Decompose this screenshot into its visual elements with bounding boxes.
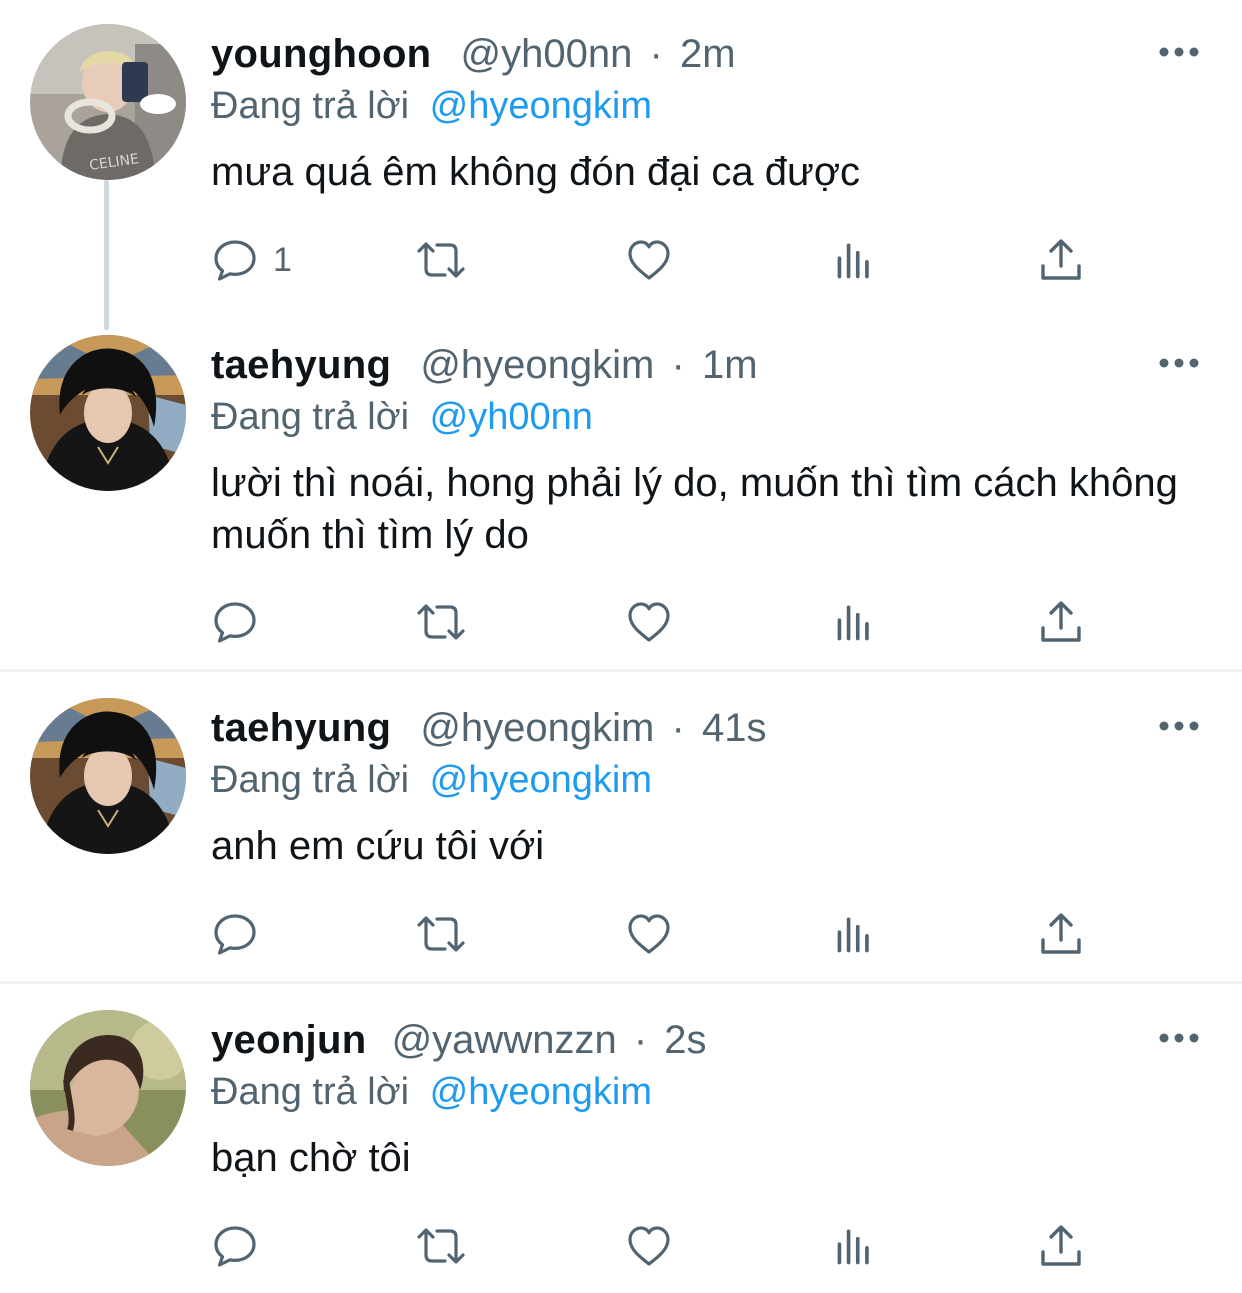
tweet-divider (0, 669, 1242, 672)
views-icon (833, 236, 877, 284)
replying-to: Đang trả lời @hyeongkim (211, 754, 652, 806)
reply-count: 1 (273, 241, 292, 279)
views-icon (833, 910, 877, 958)
user-handle[interactable]: @hyeongkim (420, 706, 654, 750)
mention-link[interactable]: @hyeongkim (430, 759, 652, 801)
display-name[interactable]: taehyung (211, 343, 391, 387)
separator-dot: · (671, 343, 685, 387)
tweet-actions (211, 910, 1091, 958)
display-name[interactable]: taehyung (211, 706, 391, 750)
reply-button[interactable] (211, 910, 259, 958)
mention-link[interactable]: @hyeongkim (430, 85, 652, 127)
timestamp[interactable]: 41s (702, 706, 767, 750)
timestamp[interactable]: 2s (664, 1018, 706, 1062)
replying-to-label: Đang trả lời (211, 396, 410, 438)
user-handle[interactable]: @yh00nn (461, 32, 633, 76)
tweet-header: taehyung @hyeongkim · 41s (211, 702, 766, 754)
reply-icon (211, 236, 259, 284)
retweet-icon (413, 1222, 469, 1270)
share-button[interactable] (1037, 598, 1085, 646)
display-name[interactable]: yeonjun (211, 1018, 366, 1062)
share-button[interactable] (1037, 1222, 1085, 1270)
like-button[interactable] (625, 1222, 673, 1270)
avatar-younghoon[interactable]: CELINE (30, 24, 186, 180)
reply-icon (211, 598, 259, 646)
tweet-divider (0, 981, 1242, 984)
replying-to: Đang trả lời @yh00nn (211, 391, 593, 443)
reply-button[interactable] (211, 598, 259, 646)
separator-dot: · (649, 32, 663, 76)
user-handle[interactable]: @yawwnzzn (392, 1018, 617, 1062)
reply-icon (211, 1222, 259, 1270)
share-icon (1037, 910, 1085, 958)
heart-icon (625, 910, 673, 958)
replying-to: Đang trả lời @hyeongkim (211, 1066, 652, 1118)
share-icon (1037, 236, 1085, 284)
reply-icon (211, 910, 259, 958)
more-icon[interactable] (1158, 1030, 1200, 1046)
replying-to-label: Đang trả lời (211, 1071, 410, 1113)
more-icon[interactable] (1158, 718, 1200, 734)
retweet-icon (413, 910, 469, 958)
share-icon (1037, 598, 1085, 646)
views-icon (833, 1222, 877, 1270)
share-button[interactable] (1037, 910, 1085, 958)
tweet-actions (211, 598, 1091, 646)
timestamp[interactable]: 2m (680, 32, 736, 76)
tweet-header: taehyung @hyeongkim · 1m (211, 339, 758, 391)
more-icon[interactable] (1158, 44, 1200, 60)
more-icon[interactable] (1158, 355, 1200, 371)
retweet-icon (413, 236, 469, 284)
tweet-actions (211, 1222, 1091, 1270)
thread-connector-line (104, 180, 109, 330)
timestamp[interactable]: 1m (702, 343, 758, 387)
tweet-text: lười thì noái, hong phải lý do, muốn thì… (211, 461, 1178, 557)
tweet-header: younghoon @yh00nn · 2m (211, 28, 736, 80)
replying-to-label: Đang trả lời (211, 85, 410, 127)
share-button[interactable] (1037, 236, 1085, 284)
tweet-text: bạn chờ tôi (211, 1136, 411, 1180)
heart-icon (625, 598, 673, 646)
views-button[interactable] (833, 910, 877, 958)
retweet-button[interactable] (413, 910, 469, 958)
avatar-taehyung[interactable] (30, 698, 186, 854)
mention-link[interactable]: @yh00nn (430, 396, 593, 438)
retweet-button[interactable] (413, 1222, 469, 1270)
avatar-taehyung[interactable] (30, 335, 186, 491)
tweet-text: anh em cứu tôi với (211, 824, 545, 868)
tweet-actions: 1 (211, 236, 1091, 284)
mention-link[interactable]: @hyeongkim (430, 1071, 652, 1113)
replying-to: Đang trả lời @hyeongkim (211, 80, 652, 132)
retweet-button[interactable] (413, 598, 469, 646)
retweet-icon (413, 598, 469, 646)
avatar-yeonjun[interactable] (30, 1010, 186, 1166)
tweet-text: mưa quá êm không đón đại ca được (211, 150, 861, 194)
user-handle[interactable]: @hyeongkim (420, 343, 654, 387)
views-button[interactable] (833, 236, 877, 284)
separator-dot: · (671, 706, 685, 750)
reply-button[interactable] (211, 1222, 259, 1270)
separator-dot: · (633, 1018, 648, 1062)
tweet-header: yeonjun @yawwnzzn · 2s (211, 1014, 707, 1066)
heart-icon (625, 1222, 673, 1270)
heart-icon (625, 236, 673, 284)
like-button[interactable] (625, 910, 673, 958)
like-button[interactable] (625, 598, 673, 646)
views-icon (833, 598, 877, 646)
views-button[interactable] (833, 1222, 877, 1270)
views-button[interactable] (833, 598, 877, 646)
replying-to-label: Đang trả lời (211, 759, 410, 801)
like-button[interactable] (625, 236, 673, 284)
display-name[interactable]: younghoon (211, 32, 431, 76)
reply-button[interactable]: 1 (211, 236, 292, 284)
retweet-button[interactable] (413, 236, 469, 284)
share-icon (1037, 1222, 1085, 1270)
